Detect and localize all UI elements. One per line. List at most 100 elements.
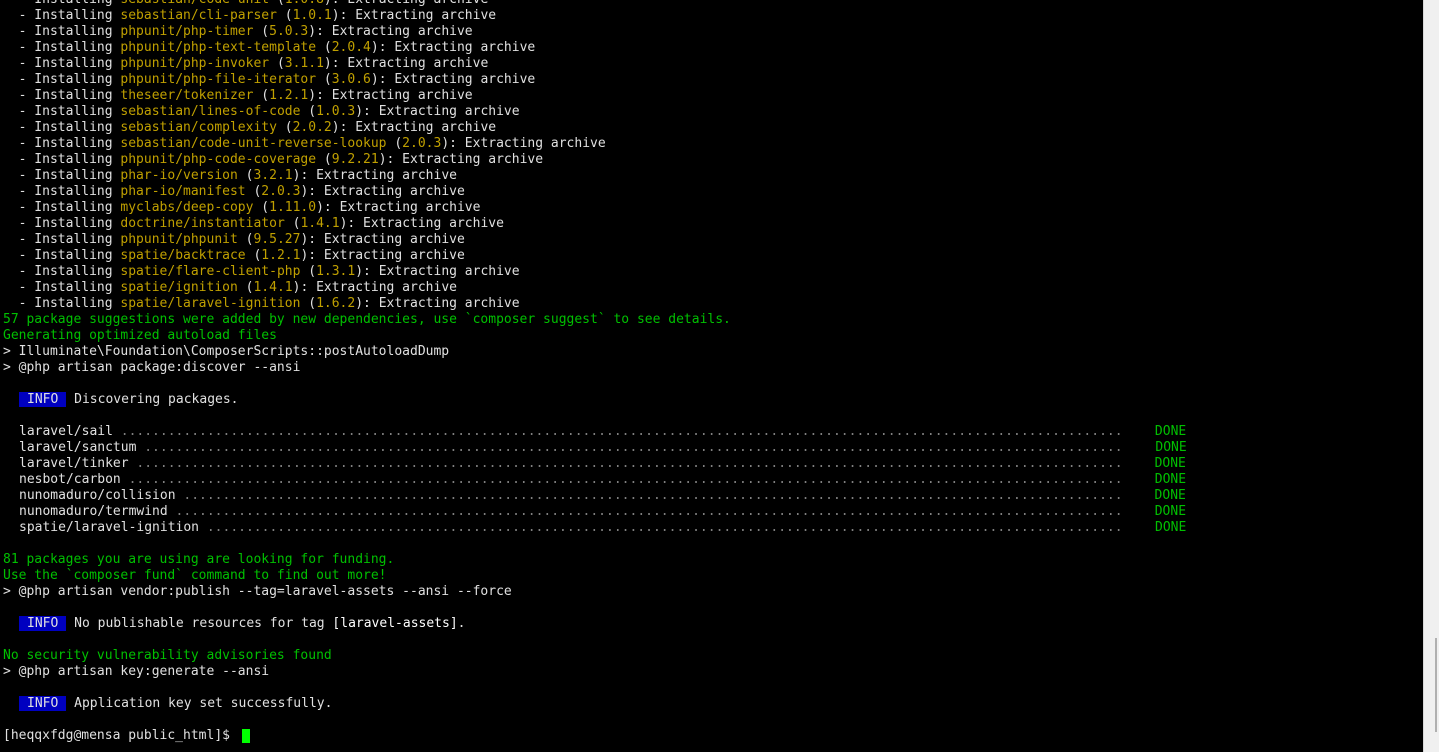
dot-leader: ........................................…: [136, 440, 1131, 455]
package-name: phar-io/manifest: [120, 184, 246, 199]
discovered-package-row: nunomaduro/termwind ....................…: [3, 504, 1423, 520]
install-suffix: : Extracting archive: [323, 200, 481, 215]
package-name: sebastian/lines-of-code: [120, 104, 301, 119]
install-prefix: - Installing: [3, 296, 121, 311]
package-version: 1.2.1: [261, 248, 301, 263]
package-name: phar-io/version: [120, 168, 238, 183]
terminal-window[interactable]: - Installing sebastian/code-unit (1.0.8)…: [0, 0, 1423, 752]
install-suffix: : Extracting archive: [363, 104, 520, 119]
install-prefix: - Installing: [3, 56, 121, 71]
discovered-package-row: nesbot/carbon ..........................…: [3, 472, 1423, 488]
install-prefix: - Installing: [3, 88, 121, 103]
discovered-package-row: spatie/laravel-ignition ................…: [3, 520, 1423, 536]
install-prefix: - Installing: [3, 8, 121, 23]
package-version: 1.3.1: [316, 264, 356, 279]
dot-leader: ........................................…: [128, 456, 1131, 471]
package-name: phpunit/php-code-coverage: [120, 152, 317, 167]
discovered-package-name: nunomaduro/termwind: [19, 504, 168, 519]
install-list: - Installing sebastian/code-unit (1.0.8)…: [3, 0, 1423, 312]
install-prefix: - Installing: [3, 40, 121, 55]
package-version: 1.2.1: [269, 88, 309, 103]
dot-leader: ........................................…: [175, 488, 1131, 503]
install-suffix: : Extracting archive: [363, 264, 520, 279]
info-publish-text: No publishable resources for tag: [74, 616, 333, 631]
package-version: 1.0.3: [316, 104, 356, 119]
command-package-discover: > @php artisan package:discover --ansi: [3, 360, 301, 375]
install-prefix: - Installing: [3, 232, 121, 247]
fund-command-message: Use the `composer fund` command to find …: [3, 568, 387, 583]
install-suffix: : Extracting archive: [316, 88, 473, 103]
install-line: - Installing phpunit/php-code-coverage (…: [3, 152, 544, 167]
install-prefix: - Installing: [3, 136, 121, 151]
terminal-output: - Installing sebastian/code-unit (1.0.8)…: [3, 0, 1423, 744]
vertical-scrollbar[interactable]: [1423, 0, 1439, 752]
install-suffix: : Extracting archive: [331, 56, 489, 71]
discovered-package-name: laravel/tinker: [19, 456, 129, 471]
shell-prompt: [heqqxfdg@mensa public_html]$: [3, 728, 238, 743]
discovered-packages-list: laravel/sail ...........................…: [3, 424, 1423, 536]
install-prefix: - Installing: [3, 216, 121, 231]
discovered-package-name: laravel/sanctum: [19, 440, 137, 455]
info-discovering-text: Discovering packages.: [74, 392, 239, 407]
install-prefix: - Installing: [3, 104, 121, 119]
install-prefix: - Installing: [3, 184, 121, 199]
install-suffix: : Extracting archive: [378, 40, 536, 55]
package-version: 1.0.8: [285, 0, 324, 7]
package-version: 3.0.6: [331, 72, 371, 87]
info-tag-end: .: [457, 616, 466, 631]
info-discovering-line: INFO Discovering packages.: [3, 392, 1423, 408]
package-version: 5.0.3: [269, 24, 309, 39]
package-name: phpunit/php-invoker: [120, 56, 270, 71]
package-name: spatie/backtrace: [120, 248, 246, 263]
install-prefix: - Installing: [3, 0, 120, 7]
discovered-package-row: laravel/tinker .........................…: [3, 456, 1423, 472]
text-cursor[interactable]: [241, 728, 250, 743]
install-suffix: : Extracting archive: [332, 0, 489, 7]
install-line: - Installing phpunit/php-text-template (…: [3, 40, 536, 55]
install-line: - Installing phar-io/version (3.2.1): Ex…: [3, 168, 457, 183]
install-line: - Installing spatie/flare-client-php (1.…: [3, 264, 520, 279]
package-name: phpunit/php-text-template: [120, 40, 317, 55]
info-key-line: INFO Application key set successfully.: [3, 696, 1423, 712]
install-line: - Installing phpunit/php-timer (5.0.3): …: [3, 24, 473, 39]
package-name: sebastian/code-unit-reverse-lookup: [120, 136, 387, 151]
install-prefix: - Installing: [3, 168, 121, 183]
package-version: 9.2.21: [331, 152, 379, 167]
package-version: 2.0.2: [292, 120, 332, 135]
install-line: - Installing sebastian/code-unit-reverse…: [3, 136, 606, 151]
package-version: 1.11.0: [269, 200, 317, 215]
package-version: 3.2.1: [253, 168, 293, 183]
install-line: - Installing sebastian/cli-parser (1.0.1…: [3, 8, 497, 23]
status-done: DONE: [1154, 488, 1186, 503]
install-prefix: - Installing: [3, 264, 121, 279]
shell-prompt-line[interactable]: [heqqxfdg@mensa public_html]$: [3, 728, 1423, 744]
status-done: DONE: [1154, 424, 1187, 439]
package-version: 3.1.1: [284, 56, 324, 71]
security-message: No security vulnerability advisories fou…: [3, 648, 332, 663]
info-badge: INFO: [19, 616, 67, 631]
install-suffix: : Extracting archive: [386, 152, 544, 167]
install-line: - Installing sebastian/lines-of-code (1.…: [3, 104, 520, 119]
info-publish-line: INFO No publishable resources for tag [l…: [3, 616, 1423, 632]
install-suffix: : Extracting archive: [339, 8, 497, 23]
command-vendor-publish: > @php artisan vendor:publish --tag=lara…: [3, 584, 512, 599]
command-post-autoload: > Illuminate\Foundation\ComposerScripts:…: [3, 344, 450, 359]
install-line: - Installing spatie/ignition (1.4.1): Ex…: [3, 280, 457, 295]
install-prefix: - Installing: [3, 248, 121, 263]
status-done: DONE: [1154, 456, 1186, 471]
install-suffix: : Extracting archive: [300, 168, 457, 183]
install-line: - Installing doctrine/instantiator (1.4.…: [3, 216, 504, 231]
install-line: - Installing theseer/tokenizer (1.2.1): …: [3, 88, 473, 103]
status-done: DONE: [1155, 440, 1187, 455]
scrollbar-thumb[interactable]: [1435, 638, 1437, 732]
install-suffix: : Extracting archive: [363, 296, 520, 311]
install-line: - Installing spatie/backtrace (1.2.1): E…: [3, 248, 465, 263]
discovered-package-name: laravel/sail: [19, 424, 113, 439]
dot-leader: ........................................…: [199, 520, 1131, 535]
